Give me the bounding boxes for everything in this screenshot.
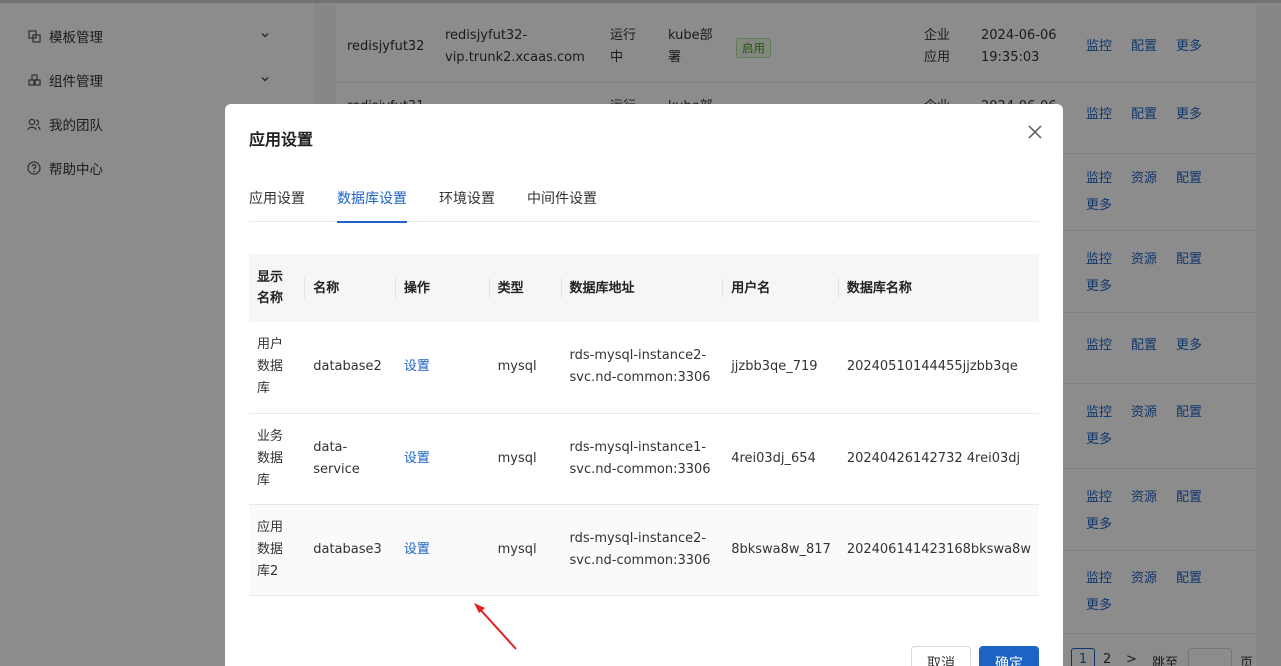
name-cell: data-service: [305, 413, 396, 505]
table-row: 应用 数据 库2 database3 设置 mysql rds-mysql-inst…: [249, 504, 1039, 596]
column-header-name: 名称: [305, 254, 396, 322]
tab-database-settings[interactable]: 数据库设置: [337, 188, 407, 223]
column-header-db-name: 数据库名称: [838, 254, 1039, 322]
type-cell: mysql: [489, 413, 562, 505]
name-cell: database2: [305, 322, 396, 414]
display-name-cell: 应用 数据 库2: [249, 504, 306, 596]
table-row: 业务 数据库 data-service 设置 mysql rds-mysql-in…: [249, 413, 1039, 505]
tab-app-settings[interactable]: 应用设置: [249, 188, 305, 222]
settings-link[interactable]: 设置: [404, 451, 430, 466]
username-cell: 4rei03dj_654: [723, 413, 839, 505]
settings-link[interactable]: 设置: [404, 359, 430, 374]
db-name-cell: 202406141423168bkswa8w: [838, 504, 1039, 596]
settings-tabs: 应用设置 数据库设置 环境设置 中间件设置: [249, 188, 1039, 223]
db-name-cell: 20240510144455jjzbb3qe: [838, 322, 1039, 414]
database-table: 显示 名称 名称 操作 类型 数据库地址 用户名 数据库名称 用户 数据库 data…: [249, 254, 1039, 596]
tab-environment-settings[interactable]: 环境设置: [439, 188, 495, 222]
dialog-title: 应用设置: [249, 130, 314, 149]
close-icon[interactable]: [1025, 122, 1045, 142]
name-cell: database3: [305, 504, 396, 596]
column-header-operation: 操作: [395, 254, 490, 322]
display-name-cell: 业务 数据库: [249, 413, 306, 505]
column-header-type: 类型: [489, 254, 562, 322]
type-cell: mysql: [489, 504, 562, 596]
settings-link[interactable]: 设置: [404, 542, 430, 557]
type-cell: mysql: [489, 322, 562, 414]
annotation-arrow-icon: [474, 603, 517, 650]
app-settings-dialog: 应用设置 应用设置 数据库设置 环境设置 中间件设置 显示 名称 名称 操作 类型…: [225, 104, 1063, 666]
cancel-button[interactable]: 取消: [911, 646, 971, 666]
tab-middleware-settings[interactable]: 中间件设置: [527, 188, 597, 222]
db-name-cell: 20240426142732 4rei03dj: [838, 413, 1039, 505]
table-row: 用户 数据库 database2 设置 mysql rds-mysql-insta…: [249, 322, 1039, 414]
db-address-cell: rds-mysql-instance1- svc.nd-common:3306: [561, 413, 724, 505]
username-cell: jjzbb3qe_719: [723, 322, 839, 414]
column-header-display-name: 显示 名称: [249, 254, 306, 322]
username-cell: 8bkswa8w_817: [723, 504, 839, 596]
display-name-cell: 用户 数据库: [249, 322, 306, 414]
table-header-row: 显示 名称 名称 操作 类型 数据库地址 用户名 数据库名称: [249, 254, 1039, 322]
column-header-username: 用户名: [723, 254, 839, 322]
ok-button[interactable]: 确定: [979, 646, 1039, 666]
column-header-db-address: 数据库地址: [561, 254, 724, 322]
db-address-cell: rds-mysql-instance2- svc.nd-common:3306: [561, 504, 724, 596]
db-address-cell: rds-mysql-instance2- svc.nd-common:3306: [561, 322, 724, 414]
